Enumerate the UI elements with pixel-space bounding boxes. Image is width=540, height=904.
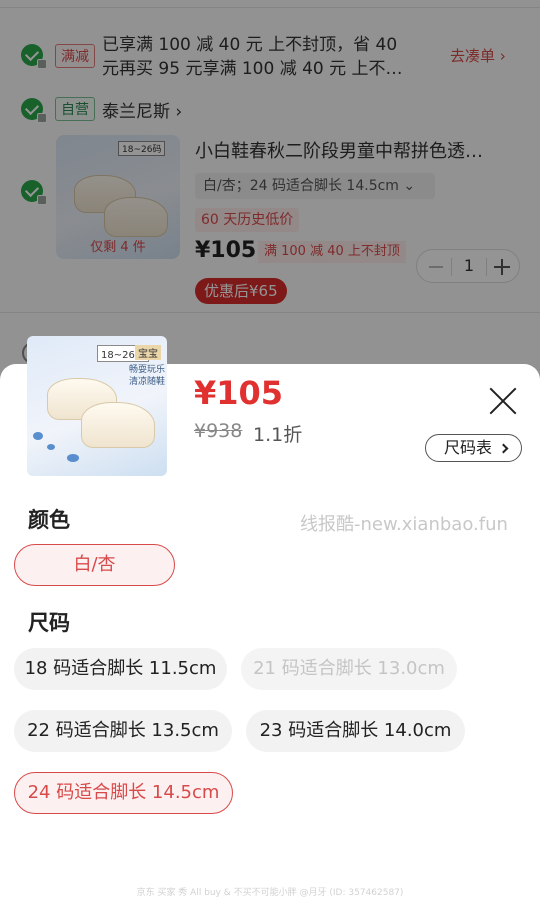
color-section-title: 颜色	[28, 508, 70, 532]
size-section-title: 尺码	[28, 611, 70, 635]
size-option-22[interactable]: 22 码适合脚长 13.5cm	[14, 710, 232, 752]
thumb-slogan: 畅耍玩乐 清凉随鞋	[128, 365, 165, 387]
footer-watermark: 京东 买家 秀 All buy & 不买不可能小胖 @月牙 (ID: 35746…	[136, 888, 404, 898]
chevron-right-icon	[498, 443, 509, 454]
discount-rate: 1.1折	[253, 424, 303, 446]
decoration-dot	[33, 432, 43, 440]
original-price: ¥938	[194, 420, 243, 442]
color-option-white-apricot[interactable]: 白/杏	[14, 544, 175, 586]
decoration-dot	[67, 454, 79, 462]
size-option-24[interactable]: 24 码适合脚长 14.5cm	[14, 772, 233, 814]
size-option-21[interactable]: 21 码适合脚长 13.0cm	[241, 648, 457, 690]
size-chart-button[interactable]: 尺码表	[425, 434, 522, 462]
size-chart-label: 尺码表	[444, 438, 493, 457]
size-option-18[interactable]: 18 码适合脚长 11.5cm	[14, 648, 227, 690]
decoration-dot	[47, 444, 55, 450]
thumb-baby-label: 宝宝	[135, 345, 161, 360]
sku-price: ¥105	[194, 374, 284, 412]
selected-sku-image[interactable]: 18~26码 宝宝 畅耍玩乐 清凉随鞋	[27, 336, 167, 476]
close-icon[interactable]	[488, 386, 518, 416]
size-option-23[interactable]: 23 码适合脚长 14.0cm	[246, 710, 465, 752]
shoe-image	[81, 402, 155, 448]
watermark: 线报酷-new.xianbao.fun	[300, 514, 508, 535]
